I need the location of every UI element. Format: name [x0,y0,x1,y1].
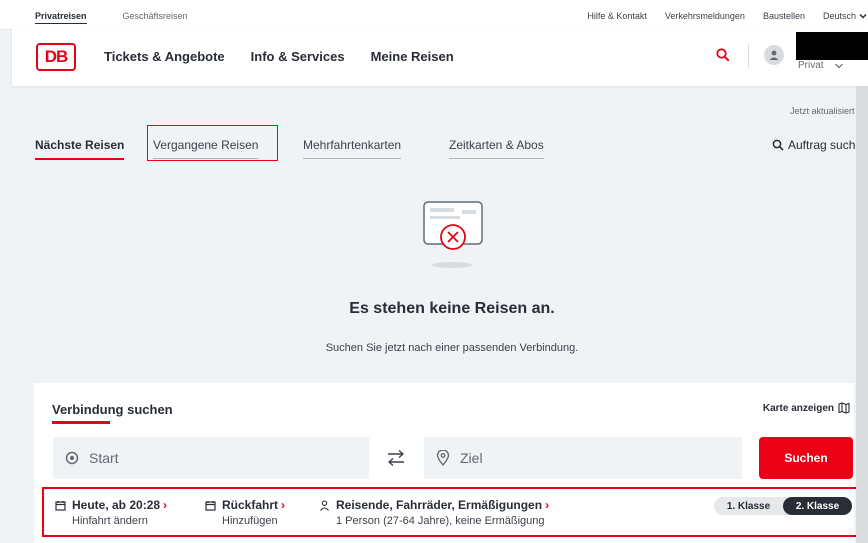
class-first-option[interactable]: 1. Klasse [714,497,783,515]
user-icon [769,50,779,60]
location-pin-icon [436,450,450,466]
ziel-field[interactable]: Ziel [424,437,742,479]
segment-privatreisen[interactable]: Privatreisen [35,11,87,24]
main-nav: Tickets & Angebote Info & Services Meine… [104,49,454,64]
nav-tickets-angebote[interactable]: Tickets & Angebote [104,49,225,64]
search-icon[interactable] [716,48,730,62]
nav-info-services[interactable]: Info & Services [251,49,345,64]
empty-state-title: Es stehen keine Reisen an. [349,300,555,317]
option-date-sub: Hinfahrt ändern [72,515,148,527]
chevron-right-icon: › [545,498,550,512]
chevron-down-icon [834,63,843,68]
option-return-trip[interactable]: Rückfahrt › Hinzufügen [205,498,285,527]
start-field[interactable]: Start [53,437,369,479]
calendar-icon [55,501,66,511]
chevron-down-icon [859,13,867,19]
option-date-time[interactable]: Heute, ab 20:28 › Hinfahrt ändern [55,498,167,527]
search-button[interactable]: Suchen [759,437,853,479]
start-placeholder: Start [89,450,119,466]
map-link-label: Karte anzeigen [762,402,834,414]
option-return-main: Rückfahrt [222,498,279,512]
panel-title-underline [52,421,110,424]
empty-state-subtitle: Suchen Sie jetzt nach einer passenden Ve… [325,342,579,354]
language-select[interactable]: Deutsch [823,11,868,21]
main-header: DB Tickets & Angebote Info & Services Me… [12,26,868,86]
page-edge-shade [856,86,868,543]
option-travellers[interactable]: Reisende, Fahrräder, Ermäßigungen › 1 Per… [319,498,549,527]
tab-naechste-reisen[interactable]: Nächste Reisen [35,138,125,160]
option-travellers-sub: 1 Person (27-64 Jahre), keine Ermäßigung [336,515,545,527]
class-second-option[interactable]: 2. Klasse [783,497,852,515]
map-icon [838,402,850,414]
language-label: Deutsch [822,11,856,21]
link-hilfe-kontakt[interactable]: Hilfe & Kontakt [587,11,647,21]
redacted-user-name [796,32,868,60]
calendar-icon [205,501,216,511]
avatar[interactable] [764,45,784,65]
link-baustellen[interactable]: Baustellen [763,11,805,21]
db-logo[interactable]: DB [36,43,76,71]
ziel-placeholder: Ziel [460,450,483,466]
option-return-sub: Hinzufügen [222,515,278,527]
search-icon [772,139,784,151]
origin-marker-icon [65,451,79,465]
link-verkehrsmeldungen[interactable]: Verkehrsmeldungen [665,11,745,21]
tab-vergangene-reisen[interactable]: Vergangene Reisen [153,138,259,159]
account-type-label: Privat [798,60,824,71]
panel-title: Verbindung suchen [52,402,173,417]
ticket-cancelled-icon [423,201,483,268]
header-divider [748,44,749,68]
nav-meine-reisen[interactable]: Meine Reisen [371,49,454,64]
updated-status: Jetzt aktualisiert [790,106,855,116]
chevron-right-icon: › [281,498,286,512]
chevron-right-icon: › [163,498,168,512]
segment-geschaeftsreisen[interactable]: Geschäftsreisen [123,11,188,24]
auftrag-suchen-link[interactable]: Auftrag suchen [772,138,868,152]
map-link[interactable]: Karte anzeigen [763,402,850,414]
tab-mehrfahrtenkarten[interactable]: Mehrfahrtenkarten [303,138,402,159]
person-icon [320,500,329,511]
swap-icon[interactable] [385,449,407,467]
account-type-select[interactable]: Privat [798,60,844,71]
option-date-main: Heute, ab 20:28 [72,498,161,512]
option-travellers-main: Reisende, Fahrräder, Ermäßigungen [336,498,543,512]
tab-zeitkarten-abos[interactable]: Zeitkarten & Abos [449,138,544,159]
class-toggle: 1. Klasse 2. Klasse [714,497,852,515]
